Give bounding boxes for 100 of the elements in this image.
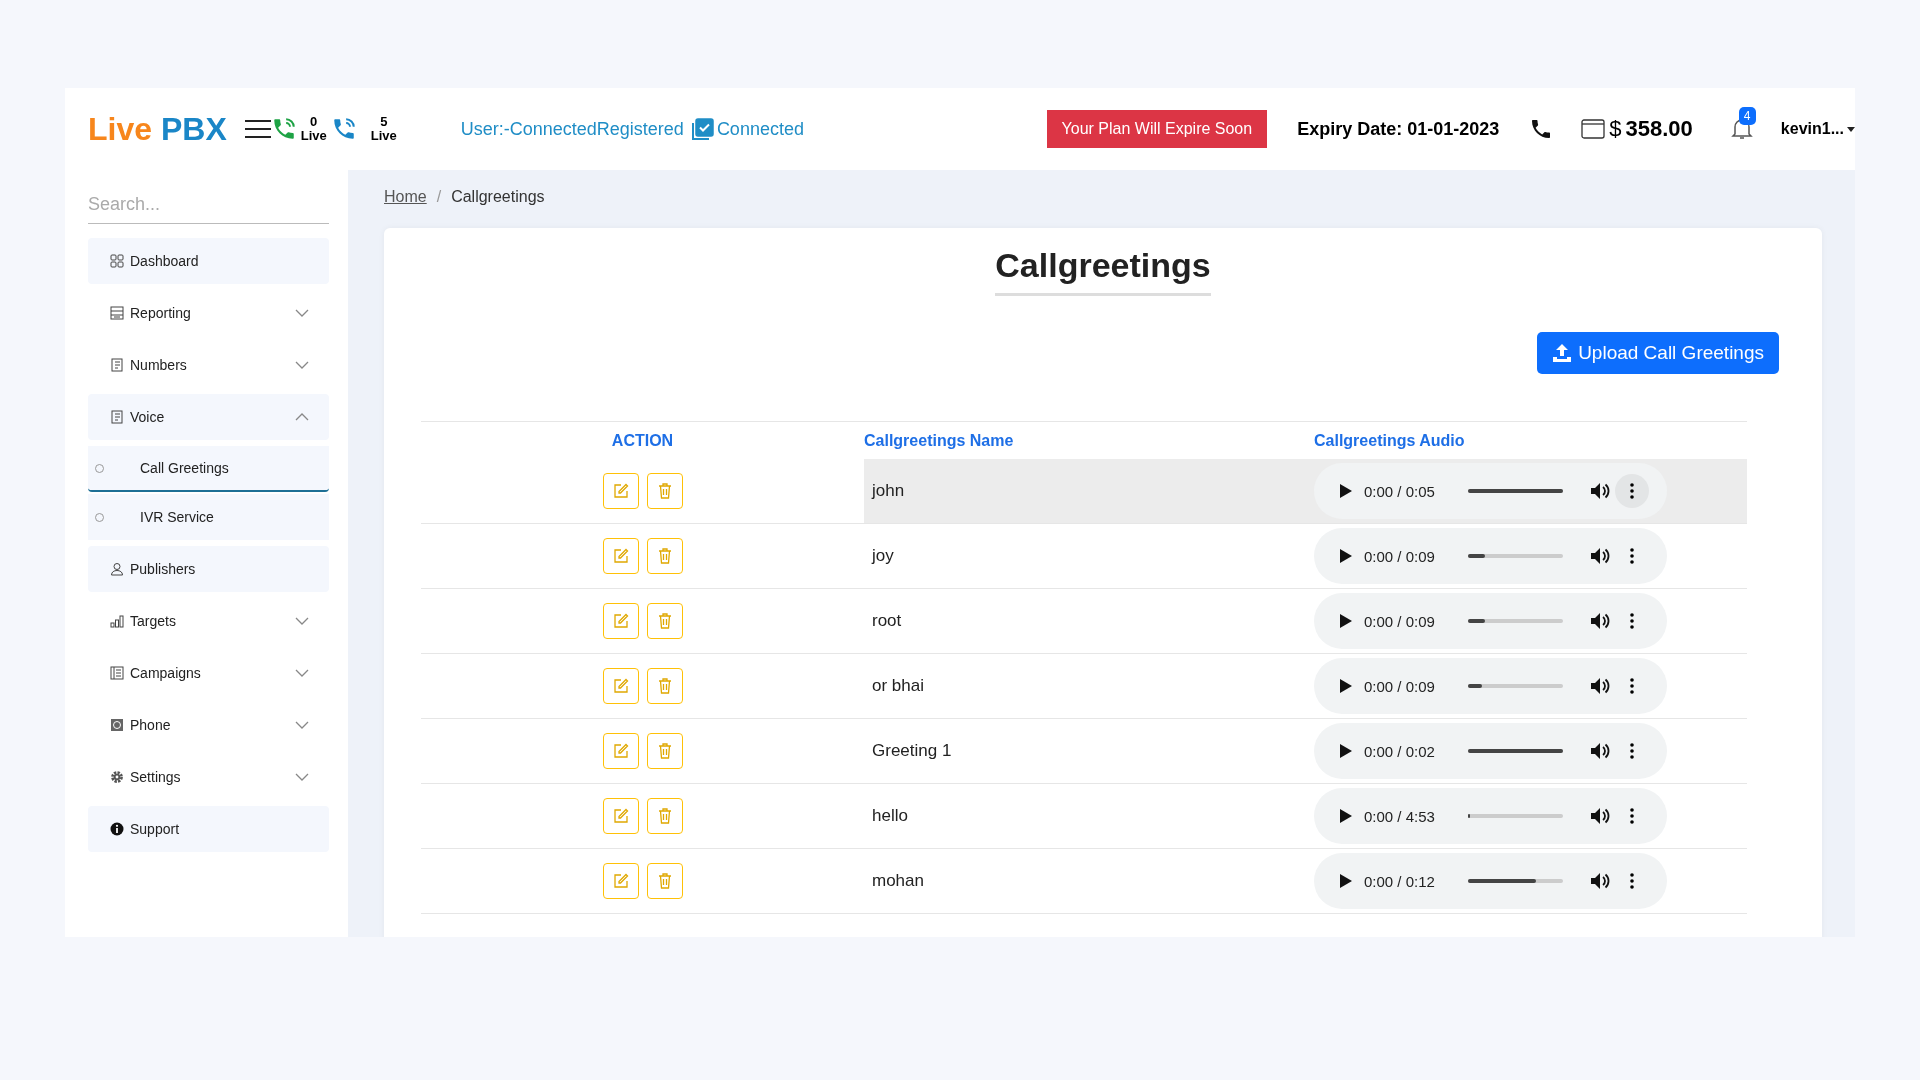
volume-icon[interactable] (1591, 872, 1611, 890)
gear-icon (110, 770, 124, 784)
more-icon (1630, 613, 1634, 629)
table-row[interactable]: or bhai 0:00 / 0:09 (421, 654, 1747, 719)
app-logo: Live PBX (88, 110, 227, 148)
sidebar-subitem[interactable]: Call Greetings (88, 446, 329, 492)
more-icon (1630, 483, 1634, 499)
edit-icon (612, 873, 629, 889)
person-icon (110, 562, 124, 576)
volume-icon[interactable] (1591, 677, 1611, 695)
user-menu[interactable]: kevin1... (1780, 120, 1855, 138)
sidebar-item[interactable]: Phone (88, 702, 329, 748)
table-row[interactable]: mohan 0:00 / 0:12 (421, 849, 1747, 914)
chevron-icon (295, 773, 309, 781)
table-cell-text: root (871, 611, 903, 631)
audio-time: 0:00 / 0:12 (1364, 872, 1436, 890)
sidebar-item[interactable]: Targets (88, 598, 329, 644)
caret-icon (1847, 126, 1855, 132)
table-cell-text: joy (870, 546, 895, 566)
edit-icon (612, 483, 629, 499)
more-icon (1630, 873, 1634, 889)
sidebar-item[interactable]: Campaigns (88, 650, 329, 696)
column-header: Callgreetings Name (864, 431, 1015, 450)
volume-icon[interactable] (1591, 482, 1611, 500)
trash-icon (657, 483, 672, 499)
trash-icon (657, 678, 672, 694)
trash-icon (657, 548, 672, 564)
phone-icon (110, 718, 124, 732)
chevron-icon (295, 413, 309, 421)
play-icon[interactable] (1340, 874, 1352, 888)
audio-progress-bar[interactable] (1468, 619, 1563, 623)
table-cell-text: Greeting 1 (871, 741, 953, 761)
more-icon (1630, 548, 1634, 564)
sidebar-item[interactable]: Publishers (88, 546, 329, 592)
audio-time: 0:00 / 0:09 (1364, 547, 1436, 565)
audio-progress-bar[interactable] (1468, 879, 1563, 883)
volume-icon[interactable] (1591, 547, 1611, 565)
doc-icon (110, 410, 124, 424)
chevron-icon (295, 617, 309, 625)
trash-icon (657, 873, 672, 889)
sidebar-item[interactable]: Support (88, 806, 329, 852)
edit-icon (612, 808, 629, 824)
volume-icon[interactable] (1591, 612, 1611, 630)
play-icon[interactable] (1340, 809, 1352, 823)
volume-icon[interactable] (1591, 807, 1611, 825)
chevron-icon (295, 361, 309, 369)
table-row[interactable]: john 0:00 / 0:05 (421, 459, 1747, 524)
chevron-icon (295, 669, 309, 677)
play-icon[interactable] (1340, 614, 1352, 628)
trash-icon (657, 808, 672, 824)
audio-time: 0:00 / 4:53 (1364, 807, 1436, 825)
sidebar-item[interactable]: Voice (88, 394, 329, 440)
volume-icon[interactable] (1591, 742, 1611, 760)
sidebar-item[interactable]: Dashboard (88, 238, 329, 284)
notification-badge: 4 (1738, 107, 1756, 125)
expiry-date: Expiry Date: 01-01-2023 (1297, 118, 1500, 140)
chevron-icon (295, 309, 309, 317)
table-row[interactable]: root 0:00 / 0:09 (421, 589, 1747, 654)
doc-icon (110, 358, 124, 372)
user-status: User:-ConnectedRegistered (460, 118, 684, 140)
column-header: ACTION (610, 431, 675, 450)
play-icon[interactable] (1340, 549, 1352, 563)
sidebar-item[interactable]: Numbers (88, 342, 329, 388)
table-row[interactable]: joy 0:00 / 0:09 (421, 524, 1747, 589)
report-icon (110, 306, 124, 320)
audio-progress-bar[interactable] (1468, 684, 1563, 688)
edit-icon (612, 743, 629, 759)
upload-button[interactable]: Upload Call Greetings (1537, 332, 1779, 374)
more-button[interactable] (1615, 474, 1649, 508)
audio-time: 0:00 / 0:02 (1364, 742, 1436, 760)
info-icon (110, 822, 124, 836)
sidebar-item[interactable]: Settings (88, 754, 329, 800)
edit-icon (612, 613, 629, 629)
table-cell-text: mohan (871, 871, 925, 891)
edit-icon (612, 548, 629, 564)
currency-symbol: $ (1609, 116, 1622, 142)
upload-icon (1552, 343, 1573, 363)
play-icon[interactable] (1340, 744, 1352, 758)
play-icon[interactable] (1340, 484, 1352, 498)
breadcrumb-link[interactable]: Home (384, 188, 427, 206)
trash-icon (657, 613, 672, 629)
table-row[interactable]: hello 0:00 / 4:53 (421, 784, 1747, 849)
table-cell-text: or bhai (871, 676, 925, 696)
column-header: Callgreetings Audio (1314, 431, 1466, 450)
audio-time: 0:00 / 0:09 (1364, 677, 1436, 695)
audio-progress-bar[interactable] (1468, 554, 1563, 558)
more-icon (1630, 808, 1634, 824)
play-icon[interactable] (1340, 679, 1352, 693)
table-cell: john (864, 459, 1314, 523)
table-row[interactable]: Greeting 1 0:00 / 0:02 (421, 719, 1747, 784)
breadcrumb-current: Callgreetings (451, 188, 545, 206)
chevron-icon (295, 721, 309, 729)
audio-time: 0:00 / 0:09 (1364, 612, 1436, 630)
menu-icon[interactable] (244, 118, 271, 140)
plan-expiry-alert[interactable]: Your Plan Will Expire Soon (1046, 110, 1268, 148)
sidebar-subitem[interactable]: IVR Service (88, 494, 329, 540)
connection-status: Connected (716, 118, 804, 140)
live-counter: 5 Live (370, 115, 397, 143)
sidebar-item[interactable]: Reporting (88, 290, 329, 336)
audio-time: 0:00 / 0:05 (1364, 482, 1436, 500)
